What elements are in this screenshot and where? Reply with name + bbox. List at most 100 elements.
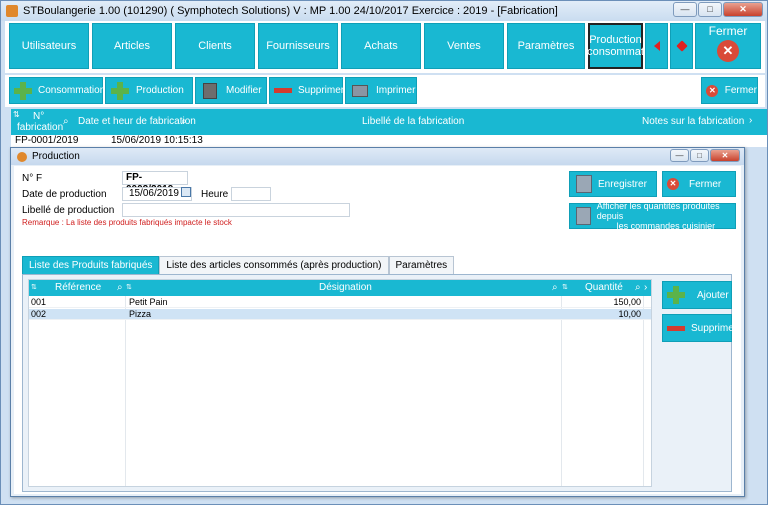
sort-icon[interactable]: ⇅ [13,110,20,119]
nav-parametres[interactable]: Paramètres [507,23,585,69]
tab-panel: ⇅ Référence ⌕ ⇅ Désignation ⌕ ⇅ Quantité… [22,274,737,492]
tab-produits-fabriques[interactable]: Liste des Produits fabriqués [22,256,160,274]
main-nav: Utilisateurs Articles Clients Fournisseu… [5,21,765,73]
toolbar: Consommation Production Modifier Supprim… [5,75,765,107]
enregistrer-label: Enregistrer [598,178,647,190]
imprimer-label: Imprimer [376,85,416,96]
chevron-right-icon[interactable]: › [644,280,647,296]
consommation-label: Consommation [38,85,106,96]
nf-field[interactable]: FP-0002/2019 [122,171,188,195]
fabrication-grid-header: ⇅ N° fabrication ⌕ Date et heur de fabri… [11,109,767,135]
col-notes: Notes sur la fabrication [642,116,745,127]
search-icon[interactable]: ⌕ [635,280,641,296]
minimize-button[interactable]: — [673,2,697,17]
modifier-button[interactable]: Modifier [195,77,267,104]
arrow-left-icon [653,41,660,51]
nav-production-line2: consommat [587,46,644,58]
dialog-maximize-button[interactable]: □ [690,149,709,162]
sort-icon[interactable]: ⇅ [31,280,37,296]
search-icon[interactable]: ⌕ [181,116,187,127]
modifier-label: Modifier [226,85,262,96]
dialog-supprimer-button[interactable]: Supprimer [662,314,737,342]
col-num-line2: fabrication [17,122,64,133]
ajouter-button[interactable]: Ajouter [662,281,732,309]
col-num-line1: N° [33,111,45,122]
sort-icon[interactable]: ⇅ [126,280,132,296]
chevron-right-icon[interactable]: › [749,115,752,126]
row-date: 15/06/2019 10:15:13 [111,135,203,146]
main-fermer-button[interactable]: Fermer ✕ [695,23,761,69]
nav-ventes[interactable]: Ventes [424,23,504,69]
supprimer-label: Supprimer [298,85,345,96]
dialog-fermer-label: Fermer [689,178,722,190]
heure-label: Heure [201,189,229,200]
tab-articles-consommes[interactable]: Liste des articles consommés (après prod… [159,256,389,274]
enregistrer-button[interactable]: Enregistrer [569,171,657,197]
nav-fournisseurs[interactable]: Fournisseurs [258,23,338,69]
production-button[interactable]: Production [105,77,193,104]
table-row[interactable]: 001 Petit Pain 150,00 [29,297,651,308]
col-libelle: Libellé de la fabrication [362,116,465,127]
col-quantite: Quantité [585,282,623,293]
toolbar-fermer-button[interactable]: ✕ Fermer [701,77,758,104]
save-icon [576,175,592,193]
nav-pin-button[interactable] [670,23,693,69]
consommation-button[interactable]: Consommation [9,77,106,104]
close-button[interactable]: ✕ [723,2,763,17]
search-icon[interactable]: ⌕ [552,280,558,296]
pin-icon [675,40,688,52]
dialog-close-button[interactable]: ✕ [710,149,740,162]
search-icon[interactable]: ⌕ [117,280,123,296]
row-reference: 001 [31,297,47,307]
libelle-field[interactable] [122,203,350,217]
search-icon[interactable]: ⌕ [63,116,69,127]
row-quantite: 10,00 [618,309,641,319]
produits-grid-header: ⇅ Référence ⌕ ⇅ Désignation ⌕ ⇅ Quantité… [29,280,651,296]
nav-clients[interactable]: Clients [175,23,255,69]
calendar-icon[interactable] [181,187,191,197]
libelle-label: Libellé de production [22,205,115,216]
imprimer-button[interactable]: Imprimer [345,77,417,104]
row-designation: Petit Pain [129,297,168,307]
plus-icon [14,81,32,100]
table-row[interactable]: 002 Pizza 10,00 [29,309,651,320]
supprimer-button[interactable]: Supprimer [269,77,345,104]
table-row[interactable]: FP-0001/2019 15/06/2019 10:15:13 [11,135,767,147]
nav-production-line1: Production [589,34,642,46]
col-designation: Désignation [319,282,372,293]
close-circle-icon: ✕ [706,84,719,97]
nav-prev-button[interactable] [645,23,668,69]
dialog-fermer-button[interactable]: ✕ Fermer [662,171,736,197]
document-icon [576,207,591,225]
nav-articles[interactable]: Articles [92,23,172,69]
col-reference: Référence [55,282,102,293]
sort-icon[interactable]: ⇅ [562,280,568,296]
close-circle-icon: ✕ [717,40,739,62]
ajouter-label: Ajouter [697,289,729,301]
app-icon [6,5,18,17]
maximize-button[interactable]: □ [698,2,722,17]
close-circle-icon: ✕ [667,178,679,190]
afficher-quantites-button[interactable]: Afficher les quantités produites depuis … [569,201,736,231]
stock-remark: Remarque : La liste des produits fabriqu… [22,218,232,227]
dialog-body: N° F FP-0002/2019 Date de production 15/… [14,166,741,494]
row-designation: Pizza [129,309,152,319]
row-reference: 002 [31,309,47,319]
col-date: Date et heur de fabrication [78,116,196,127]
nav-utilisateurs[interactable]: Utilisateurs [9,23,89,69]
nav-production-consommation[interactable]: Production consommat [587,23,644,69]
nav-achats[interactable]: Achats [341,23,421,69]
dialog-icon [17,151,27,162]
dialog-title-bar: Production — □ ✕ [11,148,744,165]
printer-icon [352,84,368,97]
row-num: FP-0001/2019 [15,135,79,146]
minus-icon [274,88,292,93]
afficher-line2: les commandes cuisinier [616,221,716,231]
tab-parametres[interactable]: Paramètres [388,256,455,274]
toolbar-fermer-label: Fermer [724,85,757,96]
window-title: STBoulangerie 1.00 (101290) ( Symphotech… [23,5,558,17]
heure-field[interactable] [231,187,271,201]
row-quantite: 150,00 [613,297,641,307]
dialog-minimize-button[interactable]: — [670,149,689,162]
produits-grid: ⇅ Référence ⌕ ⇅ Désignation ⌕ ⇅ Quantité… [28,279,652,487]
